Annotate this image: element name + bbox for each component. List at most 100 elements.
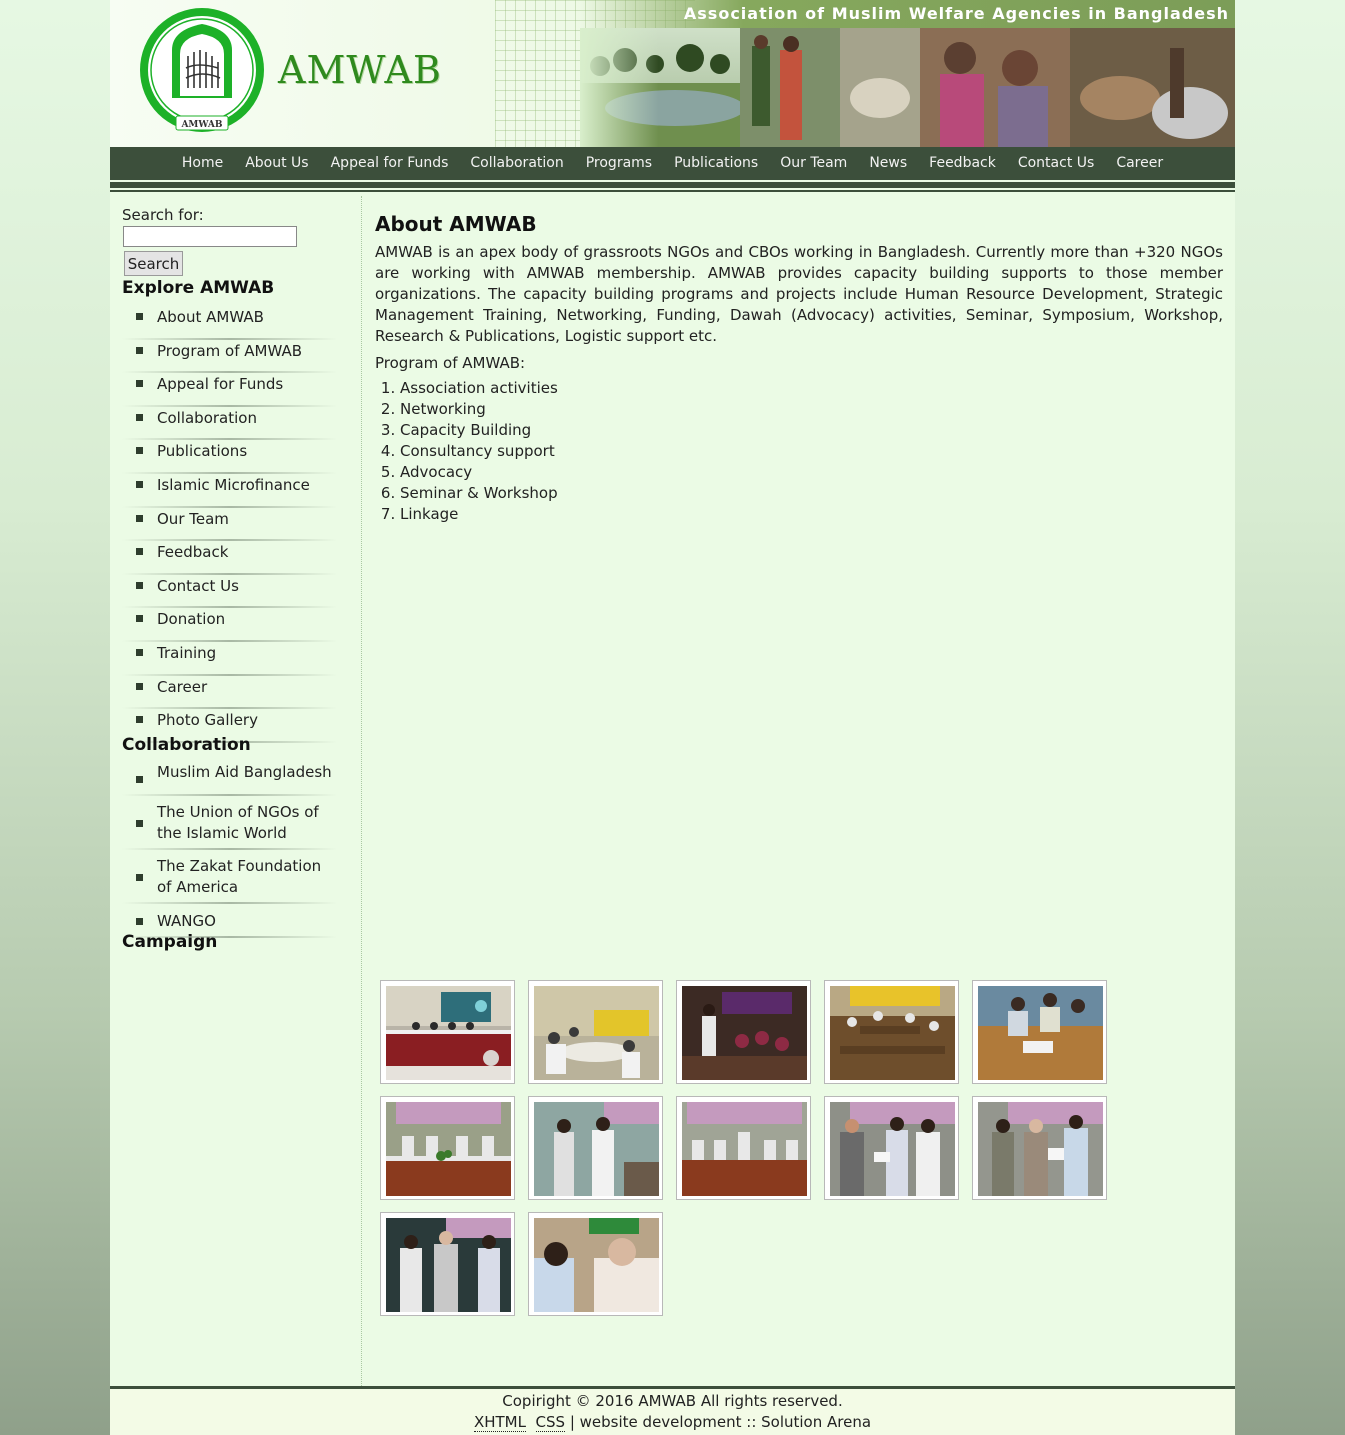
sidebar-item-publications[interactable]: Publications — [122, 440, 337, 474]
nav-item-feedback[interactable]: Feedback — [918, 147, 1007, 180]
program-item: Consultancy support — [400, 441, 558, 462]
square-bullet-icon — [136, 514, 143, 522]
seminar-photo — [386, 986, 511, 1080]
program-item: Seminar & Workshop — [400, 483, 558, 504]
sidebar-item-collaboration[interactable]: Collaboration — [122, 406, 337, 441]
square-bullet-icon — [136, 548, 143, 556]
sidebar-item-label: Training — [157, 643, 217, 662]
nav-item-contact-us[interactable]: Contact Us — [1007, 147, 1105, 180]
sidebar-item-islamic-microfinance[interactable]: Islamic Microfinance — [122, 473, 337, 508]
gallery-thumbnail[interactable] — [528, 1096, 663, 1200]
nav-item-our-team[interactable]: Our Team — [769, 147, 858, 180]
footer-links: XHTML CSS | website development :: Solut… — [110, 1412, 1235, 1433]
gallery-thumbnail[interactable] — [676, 1096, 811, 1200]
certificate-photo — [978, 1102, 1103, 1196]
square-bullet-icon — [136, 918, 143, 925]
square-bullet-icon — [136, 682, 143, 690]
nav-item-about-us[interactable]: About Us — [234, 147, 319, 180]
sidebar-item-label: Our Team — [157, 509, 229, 528]
gallery-thumbnail[interactable] — [824, 980, 959, 1084]
sidebar-item-about-amwab[interactable]: About AMWAB — [122, 306, 337, 340]
sidebar-item-label: The Zakat Foundation of America — [157, 857, 322, 896]
sidebar-item-appeal-for-funds[interactable]: Appeal for Funds — [122, 373, 337, 407]
sidebar-item-career[interactable]: Career — [122, 675, 337, 710]
nav-item-appeal-for-funds[interactable]: Appeal for Funds — [320, 147, 460, 180]
speech-photo — [534, 1102, 659, 1196]
award-photo — [830, 1102, 955, 1196]
sidebar-item-feedback[interactable]: Feedback — [122, 541, 337, 575]
amwab-emblem-logo[interactable]: AMWAB — [138, 8, 266, 136]
sidebar-collab-union-of-ngos[interactable]: The Union of NGOs of the Islamic World — [122, 796, 337, 850]
square-bullet-icon — [136, 648, 143, 656]
page-title: About AMWAB — [375, 212, 537, 236]
nav-item-home[interactable]: Home — [171, 147, 234, 180]
tagline-bar: Association of Muslim Welfare Agencies i… — [580, 0, 1235, 28]
training-room-photo — [830, 986, 955, 1080]
handover-photo — [386, 1218, 511, 1312]
gallery-thumbnail[interactable] — [380, 1096, 515, 1200]
sidebar-item-contact-us[interactable]: Contact Us — [122, 574, 337, 609]
sidebar-item-label: Career — [157, 677, 208, 696]
sidebar-item-label: Appeal for Funds — [157, 375, 284, 394]
campaign-heading: Campaign — [122, 932, 218, 952]
gallery-thumbnail[interactable] — [380, 980, 515, 1084]
stage-photo — [682, 1102, 807, 1196]
square-bullet-icon — [136, 874, 143, 881]
sidebar-divider — [361, 196, 362, 1386]
program-label: Program of AMWAB: — [375, 354, 526, 372]
square-bullet-icon — [136, 820, 143, 827]
sidebar-collab-muslim-aid[interactable]: Muslim Aid Bangladesh — [122, 762, 337, 796]
nav-item-collaboration[interactable]: Collaboration — [459, 147, 574, 180]
square-bullet-icon — [136, 776, 143, 783]
square-bullet-icon — [136, 380, 143, 388]
program-item: Association activities — [400, 378, 558, 399]
square-bullet-icon — [136, 480, 143, 488]
sidebar-item-label: Photo Gallery — [157, 711, 258, 730]
gallery-thumbnail[interactable] — [528, 1212, 663, 1316]
square-bullet-icon — [136, 313, 143, 320]
gallery-thumbnail[interactable] — [824, 1096, 959, 1200]
sidebar-item-label: The Union of NGOs of the Islamic World — [157, 803, 319, 842]
search-button[interactable]: Search — [124, 251, 183, 276]
gallery-thumbnail[interactable] — [972, 980, 1107, 1084]
square-bullet-icon — [136, 581, 143, 589]
gallery-thumbnail[interactable] — [676, 980, 811, 1084]
sidebar-item-label: Feedback — [157, 543, 229, 562]
copyright-text: Copiright © 2016 AMWAB All rights reserv… — [502, 1392, 843, 1410]
sidebar: Search for: Search Explore AMWAB About A… — [110, 196, 361, 1386]
sidebar-item-label: Donation — [157, 610, 226, 629]
gallery-thumbnail[interactable] — [380, 1212, 515, 1316]
search-label: Search for: — [122, 206, 204, 224]
sidebar-collab-zakat-foundation[interactable]: The Zakat Foundation of America — [122, 850, 337, 904]
panel-photo — [386, 1102, 511, 1196]
sidebar-item-training[interactable]: Training — [122, 641, 337, 676]
square-bullet-icon — [136, 615, 143, 623]
sidebar-item-label: Islamic Microfinance — [157, 475, 310, 494]
program-item: Networking — [400, 399, 558, 420]
square-bullet-icon — [136, 716, 143, 724]
square-bullet-icon — [136, 413, 143, 421]
site-logo-text[interactable]: AMWAB — [278, 48, 442, 92]
emblem-caption: AMWAB — [180, 120, 222, 130]
gallery-thumbnail[interactable] — [528, 980, 663, 1084]
program-list: Association activities Networking Capaci… — [375, 378, 558, 525]
nav-item-programs[interactable]: Programs — [575, 147, 663, 180]
discussion-photo — [978, 986, 1103, 1080]
sidebar-item-donation[interactable]: Donation — [122, 608, 337, 642]
program-item: Advocacy — [400, 462, 558, 483]
sidebar-item-program-of-amwab[interactable]: Program of AMWAB — [122, 339, 337, 374]
nav-item-news[interactable]: News — [858, 147, 918, 180]
xhtml-validator-link[interactable]: XHTML — [473, 1413, 526, 1432]
gallery-thumbnail[interactable] — [972, 1096, 1107, 1200]
site-header: AMWAB AMWAB Association of Muslim Welfar… — [110, 0, 1235, 147]
sidebar-item-label: Contact Us — [157, 576, 239, 595]
sidebar-item-our-team[interactable]: Our Team — [122, 507, 337, 542]
site-footer: Copiright © 2016 AMWAB All rights reserv… — [110, 1386, 1235, 1435]
program-item: Linkage — [400, 504, 558, 525]
css-validator-link[interactable]: CSS — [535, 1413, 566, 1432]
nav-item-career[interactable]: Career — [1105, 147, 1174, 180]
page-wrapper: AMWAB AMWAB Association of Muslim Welfar… — [110, 0, 1235, 1435]
program-item: Capacity Building — [400, 420, 558, 441]
search-input[interactable] — [123, 226, 297, 247]
nav-item-publications[interactable]: Publications — [663, 147, 769, 180]
